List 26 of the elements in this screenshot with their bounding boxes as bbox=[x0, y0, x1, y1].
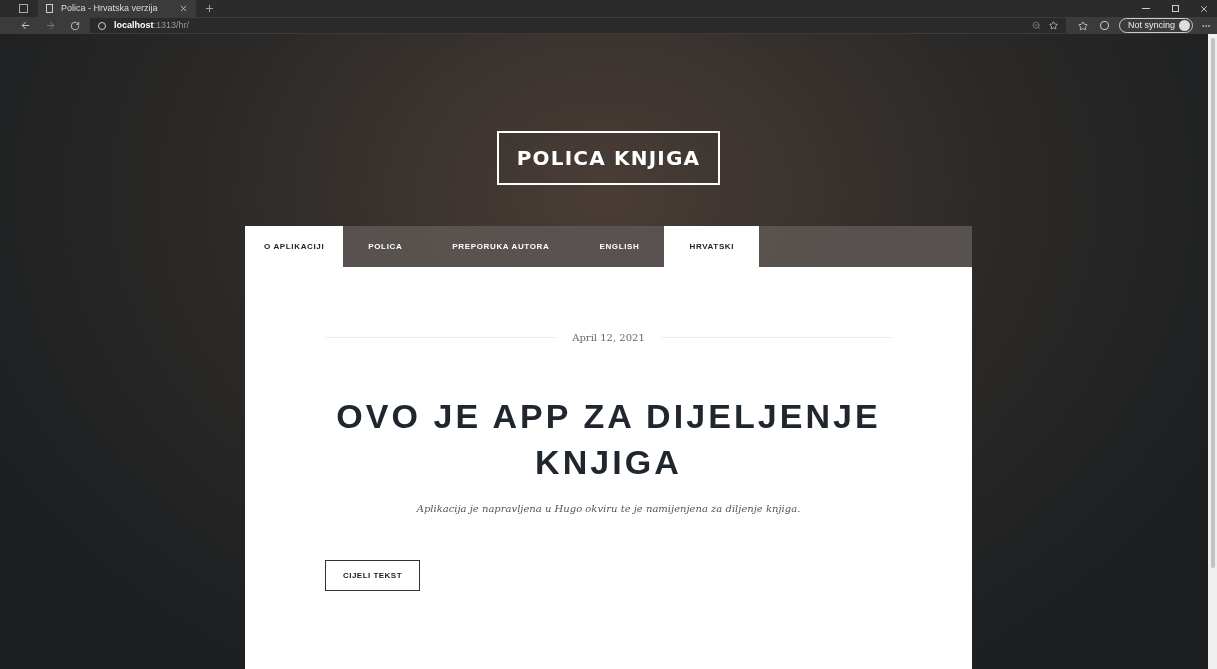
avatar bbox=[1179, 20, 1190, 31]
nav-tab[interactable]: ENGLISH bbox=[574, 226, 665, 267]
back-icon[interactable] bbox=[20, 20, 31, 31]
post-date: April 12, 2021 bbox=[572, 331, 645, 345]
page-icon bbox=[46, 4, 53, 13]
nav-tab[interactable]: POLICA bbox=[343, 226, 428, 267]
close-icon[interactable] bbox=[179, 4, 188, 13]
zoom-out-icon[interactable] bbox=[1031, 21, 1041, 30]
nav-tab[interactable]: O APLIKACIJI bbox=[245, 226, 344, 267]
post-excerpt: Aplikacija je napravljena u Hugo okviru te je namijenjena za diljenje knjiga. bbox=[416, 502, 801, 516]
star-icon[interactable] bbox=[1048, 21, 1058, 30]
refresh-icon[interactable] bbox=[70, 20, 80, 31]
browser-tab[interactable]: Polica - Hrvatska verzija bbox=[38, 0, 196, 17]
restore-icon[interactable] bbox=[1172, 5, 1179, 12]
site-logo[interactable]: POLICA KNJIGA bbox=[496, 131, 721, 185]
tab-actions-icon[interactable] bbox=[19, 4, 28, 13]
nav-tab[interactable]: PREPORUKA AUTORA bbox=[427, 226, 575, 267]
scrollbar[interactable] bbox=[1208, 34, 1217, 669]
close-window-icon[interactable] bbox=[1199, 3, 1209, 14]
nav-tab[interactable]: HRVATSKI bbox=[664, 226, 760, 267]
address-bar[interactable]: localhost:1313/hr/ bbox=[90, 18, 1066, 33]
new-tab-icon[interactable] bbox=[204, 3, 215, 14]
url-text: localhost:1313/hr/ bbox=[114, 18, 191, 32]
post-title: OVO JE APP ZA DIJELJENJE KNJIGA bbox=[335, 396, 882, 483]
read-more-button[interactable]: CIJELI TEKST bbox=[325, 560, 420, 591]
favorites-icon[interactable] bbox=[1077, 20, 1088, 31]
